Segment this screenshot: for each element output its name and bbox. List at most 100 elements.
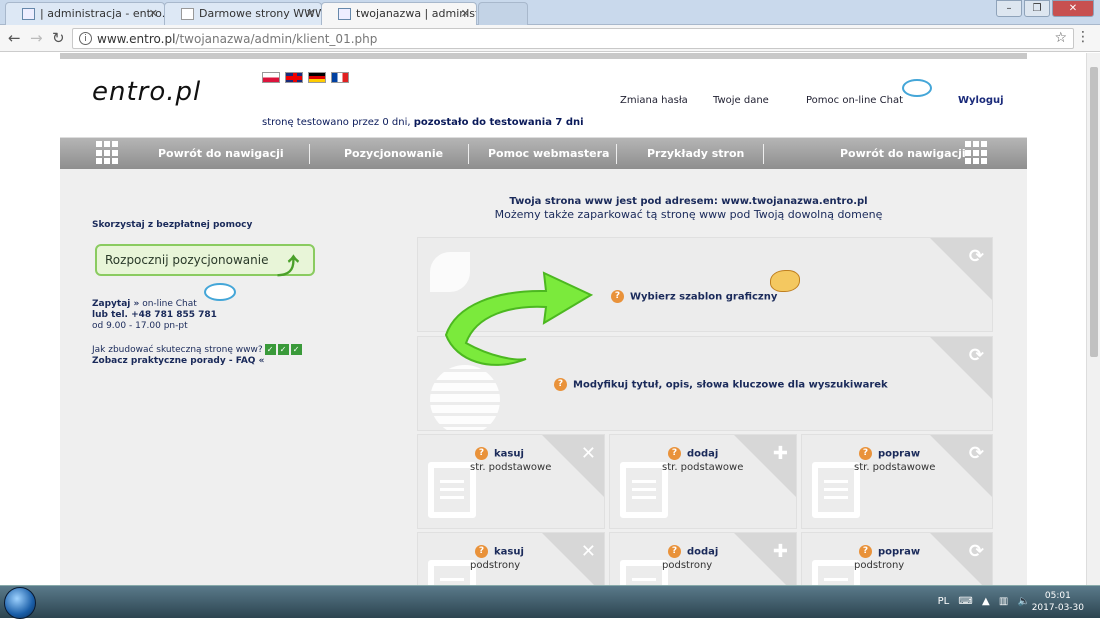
nav-positioning[interactable]: Pozycjonowanie bbox=[344, 147, 443, 160]
start-button[interactable] bbox=[4, 587, 36, 619]
panel-title: popraw bbox=[878, 546, 921, 558]
change-password-link[interactable]: Zmiana hasła bbox=[620, 95, 688, 106]
new-tab-button[interactable] bbox=[478, 2, 528, 25]
edit-link[interactable]: ? popraw bbox=[859, 447, 920, 460]
ask-link[interactable]: Zapytaj » bbox=[92, 299, 139, 309]
keyboard-icon[interactable]: ⌨ bbox=[958, 596, 972, 607]
refresh-icon: ⟳ bbox=[968, 345, 984, 366]
plus-icon: ✚ bbox=[772, 443, 788, 464]
nav-back-right[interactable]: Powrót do nawigacji bbox=[840, 147, 966, 160]
page-scrollbar[interactable] bbox=[1086, 53, 1100, 585]
green-arrow-icon bbox=[444, 271, 594, 366]
nav-back-left[interactable]: Powrót do nawigacji bbox=[158, 147, 284, 160]
tab-darmowe-strony[interactable]: Darmowe strony WWW, b ✕ bbox=[164, 2, 322, 25]
refresh-icon: ⟳ bbox=[968, 443, 984, 464]
question-icon: ? bbox=[475, 545, 488, 558]
language-indicator[interactable]: PL bbox=[938, 596, 950, 607]
flag-fr-icon[interactable] bbox=[331, 72, 349, 83]
network-icon[interactable]: ▥ bbox=[999, 596, 1008, 607]
reload-icon[interactable]: ↻ bbox=[52, 29, 65, 47]
show-hidden-icons-icon[interactable]: ▲ bbox=[982, 596, 990, 607]
close-tab-icon[interactable]: ✕ bbox=[149, 7, 158, 20]
minimize-icon[interactable]: – bbox=[996, 0, 1022, 17]
nav-examples[interactable]: Przykłady stron bbox=[647, 147, 744, 160]
document-bg-icon bbox=[428, 560, 476, 585]
main-navbar: Powrót do nawigacji Pozycjonowanie Pomoc… bbox=[60, 137, 1027, 169]
palette-icon bbox=[770, 270, 800, 292]
edit-subpage-panel[interactable]: ⟳ ? popraw podstrony bbox=[801, 532, 993, 585]
edit-document-bg-icon bbox=[620, 560, 668, 585]
panel-subtitle: podstrony bbox=[854, 560, 905, 571]
question-icon: ? bbox=[475, 447, 488, 460]
system-tray: PL ⌨ ▲ ▥ 🔈 bbox=[938, 596, 1030, 607]
scrollbar-thumb[interactable] bbox=[1090, 67, 1098, 357]
tab-title: twojanazwa | administrac bbox=[356, 7, 476, 20]
delete-main-page-panel[interactable]: ✕ ? kasuj str. podstawowe bbox=[417, 434, 605, 529]
delete-link[interactable]: ? kasuj bbox=[475, 545, 524, 558]
volume-icon[interactable]: 🔈 bbox=[1018, 596, 1030, 607]
tab-title: Darmowe strony WWW, b bbox=[199, 7, 321, 20]
edit-link[interactable]: ? popraw bbox=[859, 545, 920, 558]
url-input[interactable]: i www.entro.pl/twojanazwa/admin/klient_0… bbox=[72, 28, 1074, 49]
close-tab-icon[interactable]: ✕ bbox=[306, 7, 315, 20]
seo-label: Modyfikuj tytuł, opis, słowa kluczowe dl… bbox=[573, 379, 888, 391]
maximize-icon[interactable]: ❐ bbox=[1024, 0, 1050, 17]
tab-administracja[interactable]: | administracja - entro.pl ✕ bbox=[5, 2, 165, 25]
tab-twojanazwa[interactable]: twojanazwa | administrac ✕ bbox=[321, 2, 477, 26]
clock-time: 05:01 bbox=[1044, 591, 1071, 601]
start-positioning-label: Rozpocznij pozycjonowanie bbox=[105, 253, 269, 267]
logo[interactable]: entro.pl bbox=[92, 77, 201, 107]
document-bg-icon bbox=[428, 462, 476, 518]
close-tab-icon[interactable]: ✕ bbox=[461, 7, 470, 20]
panel-title: kasuj bbox=[494, 448, 524, 460]
edit-main-page-panel[interactable]: ⟳ ? popraw str. podstawowe bbox=[801, 434, 993, 529]
address-bar: ← → ↻ i www.entro.pl/twojanazwa/admin/kl… bbox=[0, 25, 1100, 52]
logout-link[interactable]: Wyloguj bbox=[958, 95, 1004, 106]
start-positioning-button[interactable]: Rozpocznij pozycjonowanie ⤴ bbox=[95, 244, 315, 280]
check-icon: ✓ bbox=[277, 344, 289, 355]
clock[interactable]: 05:01 2017-03-30 bbox=[1032, 590, 1084, 614]
delete-link[interactable]: ? kasuj bbox=[475, 447, 524, 460]
add-link[interactable]: ? dodaj bbox=[668, 447, 718, 460]
ask-chat-text: on-line Chat bbox=[139, 299, 197, 309]
site-header: entro.pl stronę testowano przez 0 dni, p… bbox=[60, 53, 1027, 137]
back-arrow-icon[interactable]: ← bbox=[8, 29, 21, 47]
flag-pl-icon[interactable] bbox=[262, 72, 280, 83]
help-chat-link[interactable]: Pomoc on-line Chat bbox=[806, 95, 903, 106]
question-icon: ? bbox=[859, 447, 872, 460]
windows-taskbar: PL ⌨ ▲ ▥ 🔈 05:01 2017-03-30 bbox=[0, 585, 1100, 619]
panel-subtitle: str. podstawowe bbox=[470, 462, 552, 473]
info-icon[interactable]: i bbox=[79, 32, 92, 45]
url-path: /twojanazwa/admin/klient_01.php bbox=[175, 32, 378, 46]
seo-link[interactable]: ? Modyfikuj tytuł, opis, słowa kluczowe d… bbox=[554, 378, 888, 391]
page-viewport: entro.pl stronę testowano przez 0 dni, p… bbox=[0, 53, 1100, 585]
question-icon: ? bbox=[554, 378, 567, 391]
add-link[interactable]: ? dodaj bbox=[668, 545, 718, 558]
forward-arrow-icon[interactable]: → bbox=[30, 29, 43, 47]
bookmark-star-icon[interactable]: ☆ bbox=[1054, 30, 1067, 46]
nav-divider bbox=[616, 144, 617, 164]
menu-icon[interactable]: ⋮ bbox=[1076, 29, 1090, 45]
your-data-link[interactable]: Twoje dane bbox=[713, 95, 769, 106]
grid-icon[interactable] bbox=[96, 141, 120, 165]
phone-number: lub tel. +48 781 855 781 bbox=[92, 310, 217, 320]
panel-subtitle: podstrony bbox=[662, 560, 713, 571]
delete-subpage-panel[interactable]: ✕ ? kasuj podstrony bbox=[417, 532, 605, 585]
flag-de-icon[interactable] bbox=[308, 72, 326, 83]
green-arrow-icon: ⤴ bbox=[276, 255, 299, 280]
chat-bubble-icon[interactable] bbox=[902, 79, 932, 97]
flag-uk-icon[interactable] bbox=[285, 72, 303, 83]
nav-webmaster-help[interactable]: Pomoc webmastera bbox=[488, 147, 609, 160]
url-host: www.entro.pl bbox=[97, 32, 176, 46]
grid-icon[interactable] bbox=[965, 141, 989, 165]
close-window-icon[interactable]: ✕ bbox=[1052, 0, 1094, 17]
add-main-page-panel[interactable]: ✚ ? dodaj str. podstawowe bbox=[609, 434, 797, 529]
tab-title: | administracja - entro.pl bbox=[40, 7, 165, 20]
faq-link[interactable]: Zobacz praktyczne porady - FAQ « bbox=[92, 356, 264, 366]
add-subpage-panel[interactable]: ✚ ? dodaj podstrony bbox=[609, 532, 797, 585]
panel-title: dodaj bbox=[687, 546, 719, 558]
favicon-icon bbox=[22, 8, 35, 20]
page-icon bbox=[181, 8, 194, 20]
panel-title: dodaj bbox=[687, 448, 719, 460]
choose-template-link[interactable]: ? Wybierz szablon graficzny bbox=[611, 290, 777, 303]
